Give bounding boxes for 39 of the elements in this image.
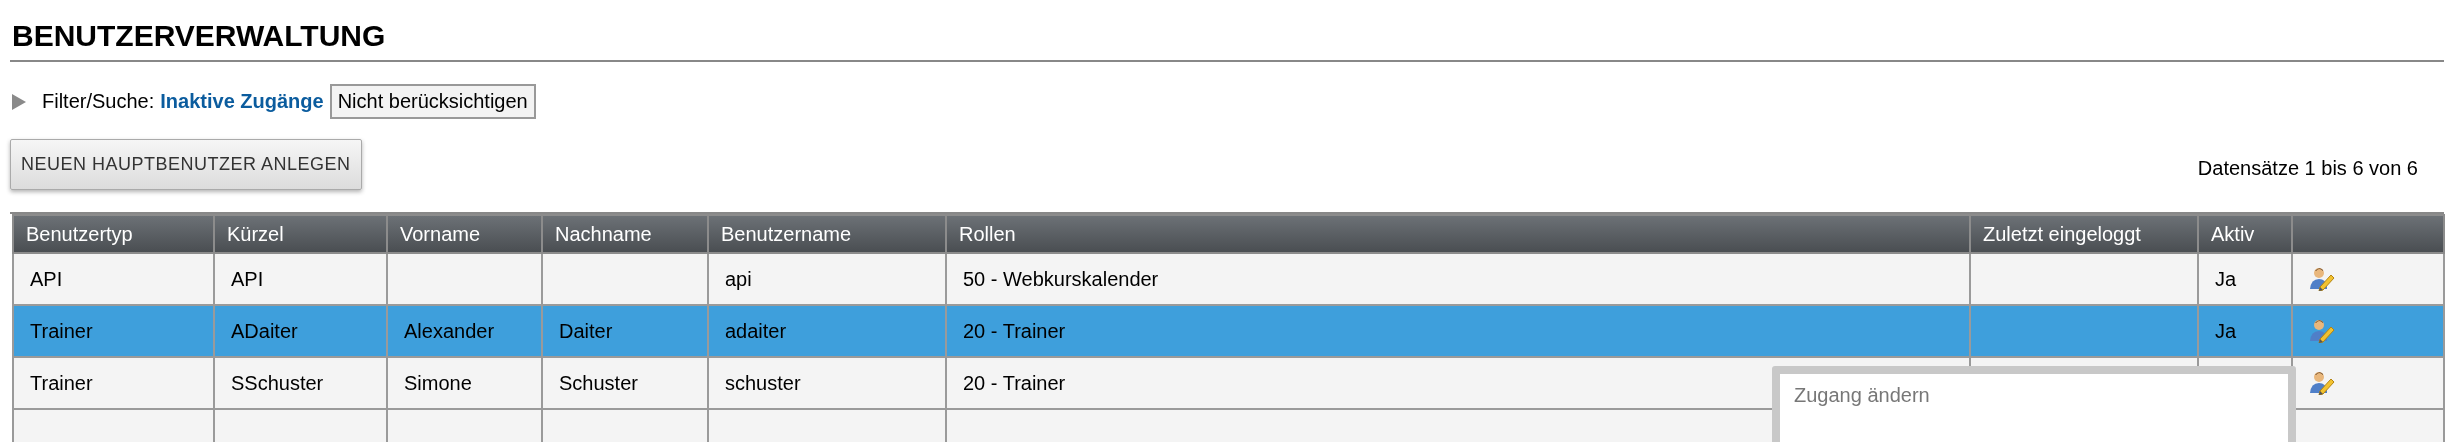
column-header[interactable]: Zuletzt eingeloggt [1970, 215, 2198, 253]
filter-link[interactable]: Inaktive Zugänge [160, 90, 324, 113]
table-row[interactable]: API API api 50 - Webkurskalender Ja [13, 253, 2444, 305]
user-edit-icon[interactable] [2309, 319, 2335, 343]
table-cell: Trainer [30, 319, 93, 342]
table-cell: Alexander [404, 319, 495, 342]
page-title: BENUTZERVERWALTUNG [10, 0, 2444, 62]
new-user-button[interactable]: NEUEN HAUPTBENUTZER ANLEGEN [10, 139, 362, 190]
record-count: Datensätze 1 bis 6 von 6 [2197, 157, 2418, 180]
user-edit-icon[interactable] [2309, 267, 2335, 291]
user-edit-icon[interactable] [2309, 371, 2335, 395]
filter-toggle-button[interactable]: Nicht berücksichtigen [329, 84, 536, 119]
tooltip-text: Zugang ändern [1794, 384, 1931, 407]
table-cell: Trainer [30, 371, 93, 394]
column-header[interactable]: Vorname [387, 215, 542, 253]
table-cell: API [30, 267, 63, 290]
table-cell: 20 - Trainer [963, 319, 1066, 342]
expand-arrow-icon[interactable] [12, 93, 26, 110]
table-cell: Schuster [559, 371, 638, 394]
column-header[interactable]: Aktiv [2198, 215, 2292, 253]
table-cell: Ja [2215, 267, 2237, 290]
table-cell: API [231, 267, 264, 290]
table-cell: schuster [725, 371, 801, 394]
table-row[interactable]: Trainer ADaiter Alexander Daiter adaiter 20 - Trainer Ja [13, 305, 2444, 357]
table-cell: 20 - Trainer [963, 371, 1066, 394]
table-cell: adaiter [725, 319, 787, 342]
column-header[interactable]: Nachname [542, 215, 708, 253]
column-header[interactable]: Rollen [946, 215, 1970, 253]
column-header[interactable]: Benutzername [708, 215, 946, 253]
column-header[interactable]: Kürzel [214, 215, 387, 253]
table-cell: ADaiter [231, 319, 298, 342]
table-cell: Daiter [559, 319, 613, 342]
table-cell: api [725, 267, 752, 290]
table-cell: Simone [404, 371, 472, 394]
table-cell: Ja [2215, 319, 2237, 342]
table-cell: SSchuster [231, 371, 324, 394]
column-header[interactable]: Benutzertyp [13, 215, 214, 253]
filter-label: Filter/Suche: [42, 90, 155, 113]
table-cell: 50 - Webkurskalender [963, 267, 1159, 290]
